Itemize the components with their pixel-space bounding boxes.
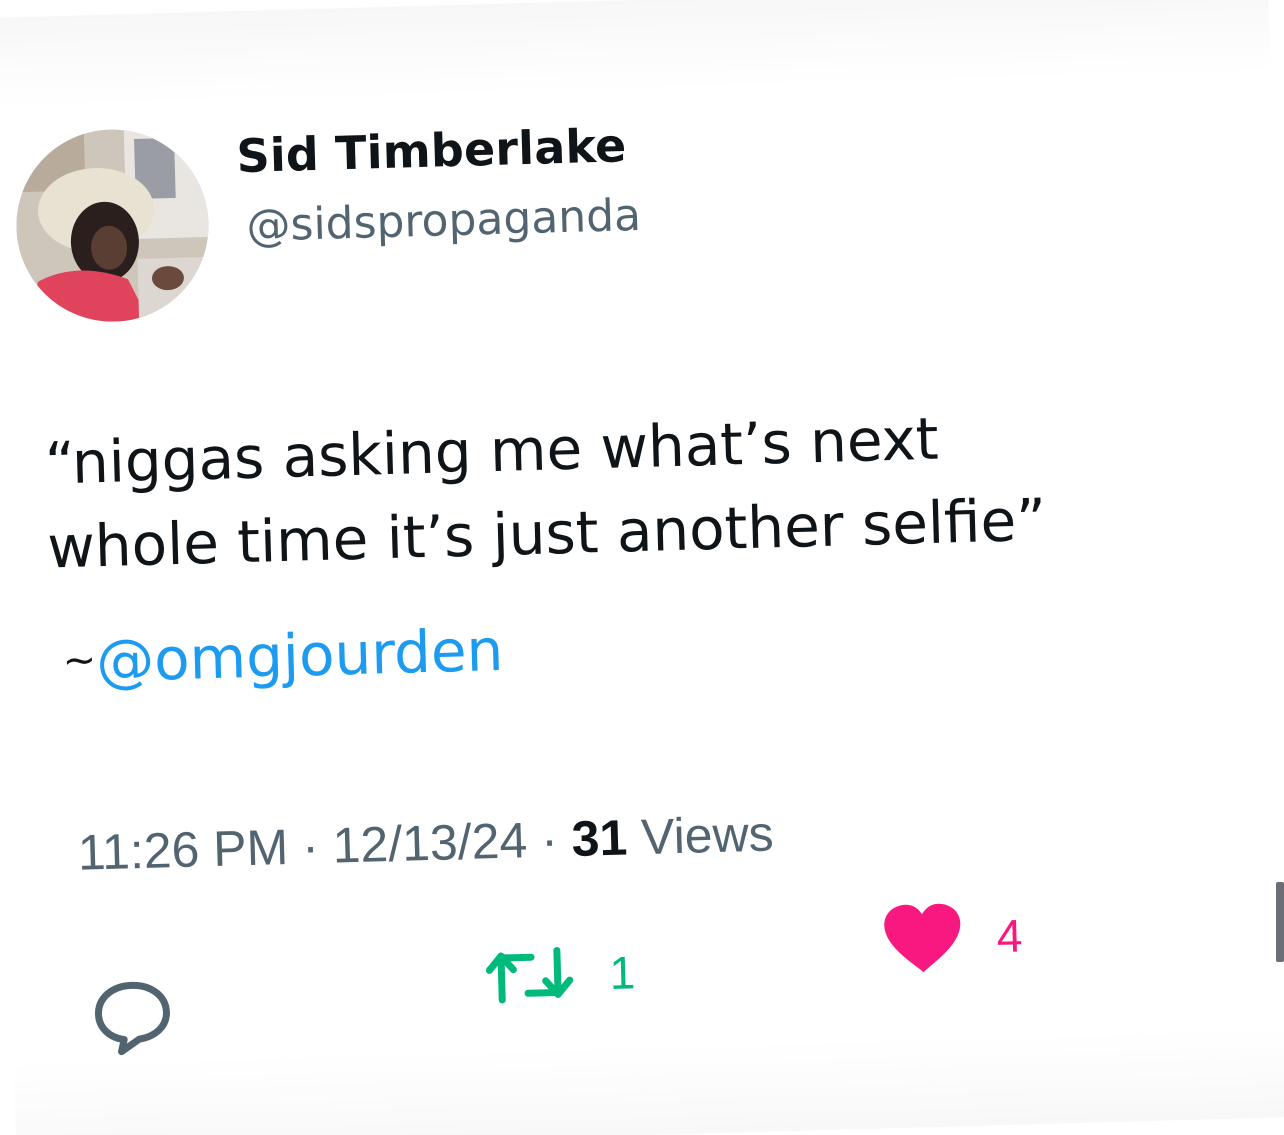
meta-separator: · [540, 811, 559, 868]
tweet-meta: 11:26 PM · 12/13/24 · 31 Views [77, 804, 774, 881]
author-avatar[interactable] [13, 126, 212, 325]
views-count: 31 [570, 809, 629, 868]
tweet-body: “niggas asking me what’s next whole time… [44, 389, 1198, 589]
tweet-credit: ~@omgjourden [62, 616, 504, 696]
author-display-name[interactable]: Sid Timberlake [236, 118, 627, 183]
retweet-button[interactable]: 1 [483, 940, 636, 1008]
reply-icon [94, 981, 170, 1056]
credit-prefix: ~ [61, 637, 97, 685]
like-count: 4 [995, 909, 1023, 963]
tweet-card: Sid Timberlake @sidspropaganda “niggas a… [0, 0, 1284, 1135]
tweet-date[interactable]: 12/13/24 [332, 812, 528, 873]
retweet-count: 1 [608, 946, 636, 1000]
like-button[interactable]: 4 [882, 899, 1024, 975]
screen-edge-divider [1276, 882, 1284, 962]
meta-separator: · [301, 818, 320, 875]
mention-link[interactable]: @omgjourden [95, 616, 504, 695]
avatar-photo-icon [13, 126, 212, 325]
author-handle[interactable]: @sidspropaganda [246, 190, 642, 252]
reply-button[interactable] [92, 978, 174, 1056]
tweet-time[interactable]: 11:26 PM [77, 819, 289, 881]
heart-icon [884, 903, 961, 973]
retweet-icon [485, 946, 574, 1004]
views-label: Views [640, 805, 775, 866]
